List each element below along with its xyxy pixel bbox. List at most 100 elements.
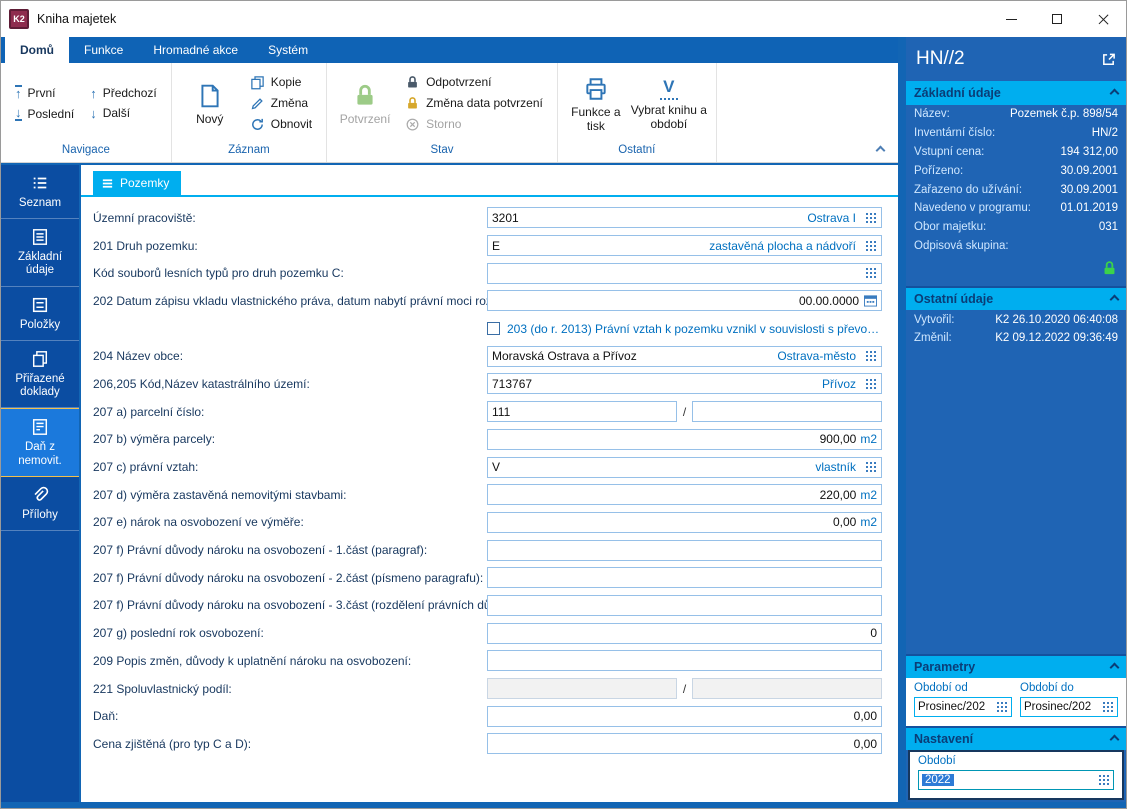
dropdown-grid-icon[interactable] [996, 701, 1008, 713]
checkbox-label[interactable]: 203 (do r. 2013) Právní vztah k pozemku … [507, 322, 882, 336]
sidebar-item-polozky[interactable]: Položky [1, 287, 79, 341]
dropdown-grid-icon[interactable] [865, 267, 877, 279]
duvody-3-field[interactable] [487, 595, 882, 616]
minimize-button[interactable] [988, 1, 1034, 37]
lock-status-icon [1101, 260, 1118, 277]
sidebar-item-seznam[interactable]: Seznam [1, 165, 79, 219]
dropdown-grid-icon[interactable] [1102, 701, 1114, 713]
panel-row: Vstupní cena:194 312,00 [906, 143, 1126, 162]
collapse-chevron-icon [1110, 88, 1120, 98]
panel-row: Navedeno v programu:01.01.2019 [906, 199, 1126, 218]
field-label: 207 f) Právní důvody nároku na osvobozen… [93, 598, 487, 612]
copy-button[interactable]: Kopie [242, 72, 320, 93]
next-icon: ↓ [90, 107, 97, 120]
collapse-chevron-icon [1110, 734, 1120, 744]
narok-osvobozeni-field[interactable]: 0,00m2 [487, 512, 882, 533]
calendar-icon[interactable] [864, 294, 877, 307]
sidebar-item-prilohy[interactable]: Přílohy [1, 477, 79, 531]
select-book-icon: V [660, 78, 677, 100]
spoluvlastnicky-podil-field-2 [692, 678, 882, 699]
uzemni-pracoviste-field[interactable]: 3201Ostrava I [487, 207, 882, 228]
obdobi-do-dropdown[interactable]: Prosinec/202 [1020, 697, 1118, 717]
change-button[interactable]: Změna [242, 93, 320, 114]
new-button[interactable]: Nový [178, 77, 242, 129]
posledni-rok-field[interactable]: 0 [487, 623, 882, 644]
functions-print-button[interactable]: Funkce a tisk [564, 70, 628, 136]
kod-lesnich-typu-field[interactable] [487, 263, 882, 284]
lock-gold-icon [405, 96, 420, 111]
content-tabstrip: Pozemky [81, 165, 898, 197]
popis-zmen-field[interactable] [487, 650, 882, 671]
lines-icon [101, 177, 114, 190]
last-icon: ↓ [15, 106, 22, 121]
field-label: 207 g) poslední rok osvobození: [93, 626, 487, 640]
dropdown-grid-icon[interactable] [865, 212, 877, 224]
record-id: HN//2 [916, 48, 965, 70]
open-in-window-icon[interactable] [1101, 52, 1116, 67]
datum-zapisu-field[interactable]: 00.00.0000 [487, 290, 882, 311]
refresh-button[interactable]: Obnovit [242, 114, 320, 135]
katastralni-uzemi-field[interactable]: 713767Přívoz [487, 373, 882, 394]
tab-domu[interactable]: Domů [5, 37, 69, 63]
pravni-vztah-checkbox[interactable] [487, 322, 500, 335]
slash-separator: / [683, 682, 686, 696]
panel-row: Změnil:K2 09.12.2022 09:36:49 [906, 329, 1126, 348]
section-header-ostatni-udaje[interactable]: Ostatní údaje [906, 286, 1126, 310]
obdobi-od-dropdown[interactable]: Prosinec/202 [914, 697, 1012, 717]
dropdown-grid-icon[interactable] [1098, 774, 1110, 786]
dropdown-grid-icon[interactable] [865, 240, 877, 252]
items-icon [31, 296, 49, 314]
unconfirm-button[interactable]: Odpotvrzení [397, 72, 551, 93]
sidebar-item-prirazene-doklady[interactable]: Přiřazené doklady [1, 341, 79, 408]
cena-zjistena-field[interactable]: 0,00 [487, 733, 882, 754]
last-button[interactable]: ↓ Poslední [7, 103, 82, 124]
dropdown-grid-icon[interactable] [865, 378, 877, 390]
slash-separator: / [683, 405, 686, 419]
section-header-parametry[interactable]: Parametry [906, 654, 1126, 678]
pravni-vztah-field[interactable]: Vvlastník [487, 457, 882, 478]
tab-funkce[interactable]: Funkce [69, 37, 138, 63]
field-label: 206,205 Kód,Název katastrálního území: [93, 377, 487, 391]
ribbon-group-navigace: ↑ První ↓ Poslední ↑ Předchozí [1, 63, 172, 162]
first-button[interactable]: ↑ První [7, 82, 82, 103]
field-label: 207 f) Právní důvody nároku na osvobozen… [93, 543, 487, 557]
select-book-period-button[interactable]: V Vybrat knihu a období [628, 72, 710, 133]
dropdown-grid-icon[interactable] [865, 461, 877, 473]
change-confirm-date-button[interactable]: Změna data potvrzení [397, 93, 551, 114]
panel-row: Název:Pozemek č.p. 898/54 [906, 105, 1126, 124]
duvody-1-field[interactable] [487, 540, 882, 561]
vymera-parcely-field[interactable]: 900,00m2 [487, 429, 882, 450]
section-header-nastaveni[interactable]: Nastavení [906, 726, 1126, 750]
dropdown-grid-icon[interactable] [865, 350, 877, 362]
ribbon-collapse-chevron-icon[interactable] [876, 146, 886, 156]
nazev-obce-field[interactable]: Moravská Ostrava a PřívozOstrava-město [487, 346, 882, 367]
sidebar-item-zakladni-udaje[interactable]: Základní údaje [1, 219, 79, 286]
duvody-2-field[interactable] [487, 567, 882, 588]
tab-pozemky[interactable]: Pozemky [93, 171, 181, 195]
obdobi-input[interactable]: 2022 [918, 770, 1114, 790]
field-label: Územní pracoviště: [93, 211, 487, 225]
previous-button[interactable]: ↑ Předchozí [82, 83, 165, 103]
close-button[interactable] [1080, 1, 1126, 37]
next-button[interactable]: ↓ Další [82, 103, 165, 123]
field-label: 202 Datum zápisu vkladu vlastnického prá… [93, 294, 487, 308]
first-icon: ↑ [15, 85, 22, 100]
tab-hromadne-akce[interactable]: Hromadné akce [138, 37, 253, 63]
field-label: Kód souborů lesních typů pro druh pozemk… [93, 266, 487, 280]
cancel-circle-icon [405, 117, 420, 132]
parcelni-cislo-field-1[interactable]: 111 [487, 401, 677, 422]
paperclip-icon [31, 486, 49, 504]
field-label: Cena zjištěná (pro typ C a D): [93, 737, 487, 751]
dan-field[interactable]: 0,00 [487, 706, 882, 727]
field-label: 209 Popis změn, důvody k uplatnění nárok… [93, 654, 487, 668]
section-header-zakladni-udaje[interactable]: Základní údaje [906, 81, 1126, 105]
selected-text: 2022 [922, 774, 954, 786]
maximize-button[interactable] [1034, 1, 1080, 37]
tab-system[interactable]: Systém [253, 37, 323, 63]
parcelni-cislo-field-2[interactable] [692, 401, 882, 422]
druh-pozemku-field[interactable]: Ezastavěná plocha a nádvoří [487, 235, 882, 256]
panel-splitter[interactable] [898, 37, 906, 802]
field-label: 207 a) parcelní číslo: [93, 405, 487, 419]
sidebar-item-dan-z-nemovitosti[interactable]: Daň z nemovit. [1, 408, 79, 476]
vymera-zastavena-field[interactable]: 220,00m2 [487, 484, 882, 505]
